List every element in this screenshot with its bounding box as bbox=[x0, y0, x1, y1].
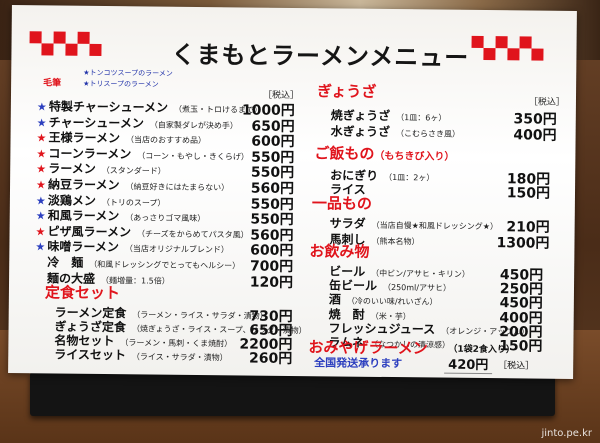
ippin-note: （熊本名物） bbox=[371, 236, 420, 247]
star-icon: ★ bbox=[36, 147, 47, 161]
ramen-price: 120円 bbox=[249, 274, 294, 291]
stamp-label: 毛筆 bbox=[43, 78, 62, 89]
gyoza-note: （こむらさき風） bbox=[395, 129, 461, 139]
gohan-heading: ご飯もの（もちきび入り） bbox=[314, 142, 454, 164]
checker-pattern-right bbox=[471, 35, 544, 61]
menu-stand-base bbox=[30, 372, 555, 416]
star-icon: ★ bbox=[36, 100, 47, 114]
teishoku-name: ライスセット bbox=[54, 347, 126, 363]
star-icon: ★ bbox=[36, 162, 47, 176]
watermark: jinto.pe.kr bbox=[541, 428, 592, 439]
menu-card: くまもとラーメンメニュー 毛筆 ★トンコツスープのラーメン ★トリスープのラーメ… bbox=[8, 5, 577, 379]
star-icon: ★ bbox=[35, 193, 46, 208]
gyoza-heading: ぎょうざ bbox=[316, 82, 377, 101]
legend-tori: ★トリスープのラーメン bbox=[83, 79, 159, 89]
gyoza-name: 焼ぎょうざ bbox=[330, 108, 391, 124]
ippin-name: サラダ bbox=[329, 216, 366, 231]
gohan-subtitle: （もちきび入り） bbox=[374, 150, 455, 163]
gohan-price: 150円 bbox=[506, 185, 551, 202]
legend-tonkotsu: ★トンコツスープのラーメン bbox=[83, 68, 173, 78]
ippin-price: 1300円 bbox=[496, 235, 550, 252]
star-icon: ★ bbox=[35, 225, 46, 239]
checker-pattern-left bbox=[29, 31, 102, 56]
gyoza-name: 水ぎょうざ bbox=[330, 124, 391, 140]
star-icon: ★ bbox=[36, 131, 47, 145]
star-icon: ★ bbox=[35, 209, 46, 223]
teishoku-heading: 定食セット bbox=[44, 283, 121, 303]
tax-label-right: ［税込］ bbox=[528, 97, 566, 108]
drink-heading: お飲み物 bbox=[309, 242, 370, 261]
legend: ★トンコツスープのラーメン ★トリスープのラーメン bbox=[83, 68, 173, 91]
teishoku-item: ライスセット （ライス・サラダ・漬物） 260円 bbox=[54, 346, 293, 368]
gyoza-note: （1皿：6ヶ） bbox=[396, 113, 447, 123]
ippin-heading: 一品もの bbox=[311, 194, 372, 213]
star-icon: ★ bbox=[35, 240, 46, 254]
souvenir-tax: ［税込］ bbox=[498, 361, 535, 372]
star-icon: ★ bbox=[36, 115, 47, 130]
gyoza-price: 400円 bbox=[513, 127, 557, 144]
menu-title: くまもとラーメンメニュー bbox=[171, 40, 470, 72]
teishoku-price: 260円 bbox=[248, 350, 293, 368]
teishoku-note: （ライス・サラダ・漬物） bbox=[131, 352, 228, 363]
gyoza-item: 水ぎょうざ （こむらさき風） 400円 bbox=[330, 122, 557, 144]
gohan-title: ご飯もの bbox=[314, 144, 375, 163]
souvenir-shipping: 全国発送承ります bbox=[314, 356, 403, 371]
souvenir-price: 420円 bbox=[444, 353, 493, 375]
star-icon: ★ bbox=[35, 178, 47, 192]
